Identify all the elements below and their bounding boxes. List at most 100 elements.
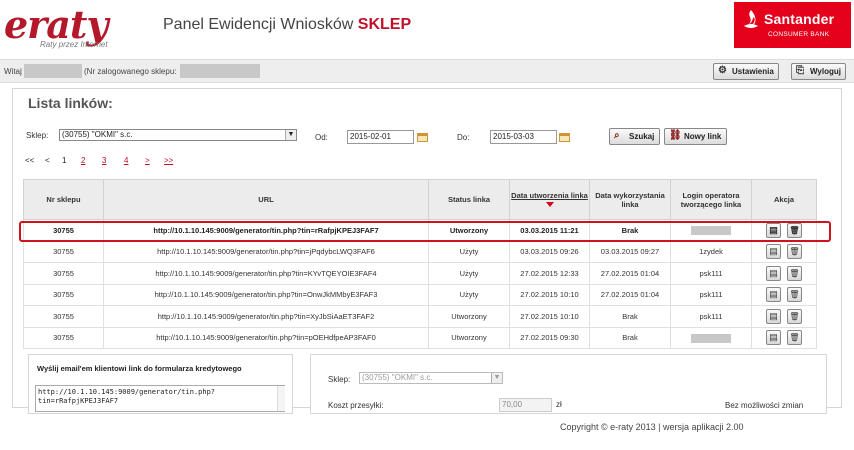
pager-page-3[interactable]: 3 <box>102 156 106 165</box>
settings-button[interactable]: ⚙ Ustawienia <box>713 63 779 80</box>
details-button[interactable]: ▤ <box>766 308 781 324</box>
table-row: 30755 http://10.1.10.145:9009/generator/t… <box>23 326 817 349</box>
col-used: Data wykorzystania linka <box>589 179 671 220</box>
calendar-icon[interactable] <box>559 133 570 142</box>
send-shop-label: Sklep: <box>328 375 351 384</box>
cell-created: 03.03.2015 11:21 <box>509 219 590 242</box>
cell-operator: psk111 <box>670 305 752 328</box>
cell-shop: 30755 <box>23 283 104 306</box>
calendar-icon[interactable] <box>417 133 428 142</box>
cell-used: 27.02.2015 01:04 <box>589 262 671 285</box>
pager-page-4[interactable]: 4 <box>124 156 128 165</box>
send-panel: Sklep: (30755) "OKMI" s.c. ▼ Koszt przes… <box>310 354 827 414</box>
redacted-operator <box>691 333 731 343</box>
cell-shop: 30755 <box>23 326 104 349</box>
search-button[interactable]: ⌕ Szukaj <box>609 128 661 145</box>
delete-button[interactable]: 🗑 <box>787 244 802 260</box>
col-created-label: Data utworzenia linka <box>511 190 588 200</box>
cell-url: http://10.1.10.145:9009/generator/tin.ph… <box>103 219 429 242</box>
cell-action: ▤ 🗑 <box>751 219 817 242</box>
shop-filter-label: Sklep: <box>26 131 49 140</box>
cell-status: Użyty <box>428 240 510 263</box>
cell-operator: 1zydek <box>670 240 752 263</box>
new-link-button[interactable]: ⛓ Nowy link <box>664 128 728 145</box>
logo-tagline: Raty przez Internet <box>40 40 108 49</box>
delete-button[interactable]: 🗑 <box>787 308 802 324</box>
footer-copyright: Copyright © e-raty 2013 | wersja aplikac… <box>560 422 744 432</box>
pager-page-1[interactable]: 1 <box>62 156 66 165</box>
table-row: 30755 http://10.1.10.145:9009/generator/t… <box>23 305 817 328</box>
col-created[interactable]: Data utworzenia linka <box>509 179 590 220</box>
cell-created: 03.03.2015 09:26 <box>509 240 590 263</box>
redacted-username <box>24 64 82 78</box>
details-button[interactable]: ▤ <box>766 287 781 303</box>
cell-shop: 30755 <box>23 262 104 285</box>
shop-select[interactable]: (30755) "OKMI" s.c. ▼ <box>59 129 297 141</box>
page-title: Panel Ewidencji Wniosków SKLEP <box>163 16 411 34</box>
delete-button[interactable]: 🗑 <box>787 287 802 303</box>
new-link-label: Nowy link <box>684 132 722 141</box>
cell-used: 27.02.2015 01:04 <box>589 283 671 306</box>
cell-created: 27.02.2015 10:10 <box>509 305 590 328</box>
cell-created: 27.02.2015 10:10 <box>509 283 590 306</box>
chevron-down-icon: ▼ <box>285 130 296 140</box>
search-button-label: Szukaj <box>629 132 655 141</box>
cell-used: Brak <box>589 305 671 328</box>
logout-button[interactable]: ⎘ Wyloguj <box>791 63 846 80</box>
title-bold: SKLEP <box>357 16 412 33</box>
table-row: 30755 http://10.1.10.145:9009/generator/t… <box>23 219 817 242</box>
cell-url: http://10.1.10.145:9009/generator/tin.ph… <box>103 326 429 349</box>
pager-first[interactable]: << <box>25 156 34 165</box>
logged-shop-label: (Nr zalogowanego sklepu: <box>84 67 177 76</box>
col-url: URL <box>103 179 429 220</box>
pager-last[interactable]: >> <box>164 156 173 165</box>
cell-status: Użyty <box>428 283 510 306</box>
cell-status: Utworzony <box>428 326 510 349</box>
table-row: 30755 http://10.1.10.145:9009/generator/t… <box>23 283 817 306</box>
pager-next[interactable]: > <box>145 156 150 165</box>
details-button[interactable]: ▤ <box>766 222 781 238</box>
cell-shop: 30755 <box>23 219 104 242</box>
cell-action: ▤ 🗑 <box>751 326 817 349</box>
user-bar: Witaj: (Nr zalogowanego sklepu: ⚙ Ustawi… <box>0 59 854 83</box>
cell-url: http://10.1.10.145:9009/generator/tin.ph… <box>103 240 429 263</box>
cost-input[interactable]: 70,00 <box>499 398 552 412</box>
details-button[interactable]: ▤ <box>766 265 781 281</box>
email-link-textarea[interactable]: http://10.1.10.145:9009/generator/tin.ph… <box>35 385 285 412</box>
cell-status: Utworzony <box>428 219 510 242</box>
filter-bar: Sklep: (30755) "OKMI" s.c. ▼ Od: 2015-02… <box>13 127 843 151</box>
cell-operator: psk111 <box>670 283 752 306</box>
currency-label: zł <box>556 400 562 409</box>
cell-action: ▤ 🗑 <box>751 305 817 328</box>
details-button[interactable]: ▤ <box>766 244 781 260</box>
cell-url: http://10.1.10.145:9009/generator/tin.ph… <box>103 262 429 285</box>
gear-icon: ⚙ <box>718 65 727 76</box>
table-row: 30755 http://10.1.10.145:9009/generator/t… <box>23 240 817 263</box>
eraty-logo[interactable]: eraty Raty przez Internet <box>4 6 134 50</box>
app-header: eraty Raty przez Internet Panel Ewidencj… <box>0 0 854 58</box>
delete-button[interactable]: 🗑 <box>787 265 802 281</box>
to-date-input[interactable]: 2015-03-03 <box>490 130 557 144</box>
pager-page-2[interactable]: 2 <box>81 156 85 165</box>
pager-prev[interactable]: < <box>45 156 50 165</box>
col-status: Status linka <box>428 179 510 220</box>
settings-label: Ustawienia <box>732 67 774 76</box>
col-operator: Login operatora tworzącego linka <box>670 179 752 220</box>
table-row: 30755 http://10.1.10.145:9009/generator/t… <box>23 262 817 285</box>
cell-operator <box>670 219 752 242</box>
flame-icon <box>744 10 758 28</box>
cell-shop: 30755 <box>23 240 104 263</box>
cost-label: Koszt przesyłki: <box>328 401 384 410</box>
cell-operator: psk111 <box>670 262 752 285</box>
from-date-input[interactable]: 2015-02-01 <box>347 130 414 144</box>
col-action: Akcja <box>751 179 817 220</box>
logout-label: Wyloguj <box>810 67 841 76</box>
details-button[interactable]: ▤ <box>766 330 781 346</box>
delete-button[interactable]: 🗑 <box>787 330 802 346</box>
send-shop-select[interactable]: (30755) "OKMI" s.c. ▼ <box>359 372 503 384</box>
delete-button[interactable]: 🗑 <box>787 222 802 238</box>
cell-used: Brak <box>589 326 671 349</box>
cell-url: http://10.1.10.145:9009/generator/tin.ph… <box>103 305 429 328</box>
no-change-label: Bez możliwości zmian <box>725 401 804 410</box>
textarea-scrollbar[interactable] <box>277 386 285 411</box>
